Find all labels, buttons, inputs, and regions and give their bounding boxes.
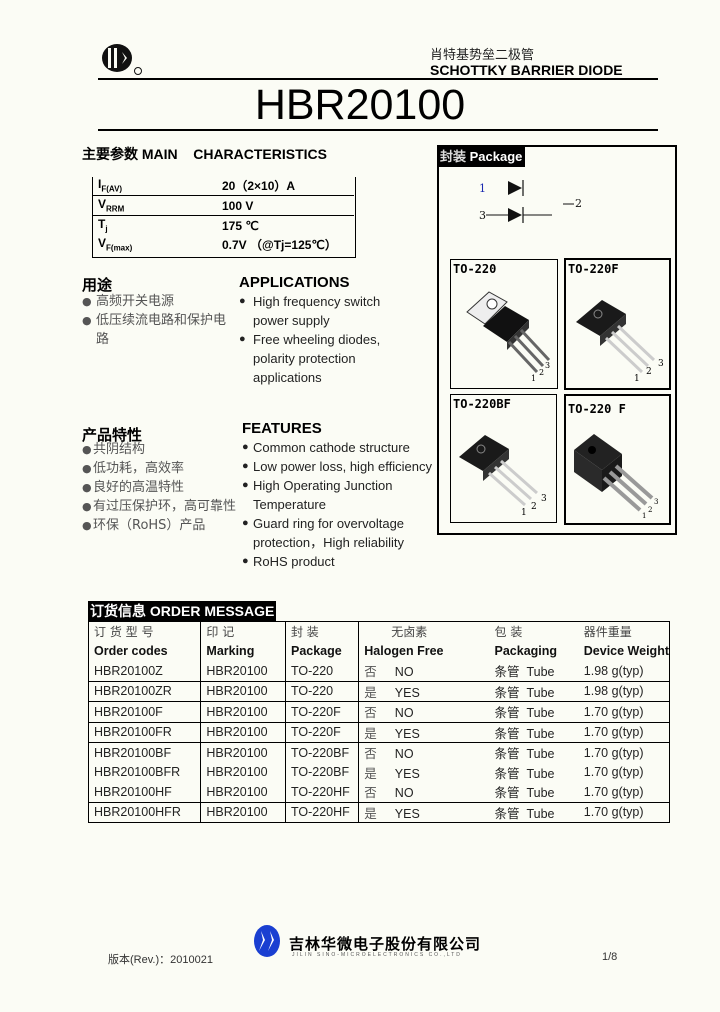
company-logo <box>100 42 144 76</box>
param-symbol: VRRM <box>92 195 216 216</box>
to220bf-package-icon: 1 2 3 <box>459 435 547 517</box>
svg-text:2: 2 <box>539 368 544 377</box>
svg-text:3: 3 <box>654 498 658 506</box>
table-row: HBR20100Z HBR20100 TO-220 否 NO 条管 Tube 1.… <box>88 661 670 682</box>
pin-label: 2 <box>575 197 582 210</box>
table-row: HBR20100BF HBR20100 TO-220BF 否 NO 条管 Tube… <box>88 742 670 763</box>
param-value: 175 ℃ <box>222 218 259 233</box>
package-to-220bf: TO-220BF 1 2 3 <box>450 394 557 523</box>
svg-text:2: 2 <box>531 502 537 512</box>
svg-text:1: 1 <box>521 508 527 517</box>
table-row: Tj 175 ℃ <box>92 216 354 236</box>
applications-list: High frequency switch power supply Free … <box>239 292 409 387</box>
company-name-cn: 吉林华微电子股份有限公司 <box>289 935 482 953</box>
list-item: 低压续流电路和保护电路 <box>82 311 232 349</box>
characteristics-table: IF(AV) 20（2×10）A VRRM 100 V Tj 175 ℃ VF(… <box>92 176 354 254</box>
package-to-220-f: TO-220 F 1 2 3 <box>564 394 671 525</box>
title-rule <box>98 129 658 131</box>
features-list: Common cathode structure Low power loss,… <box>242 438 434 571</box>
title-english: SCHOTTKY BARRIER DIODE <box>430 62 623 78</box>
features-heading: FEATURES <box>242 420 322 437</box>
param-symbol: VF(max) <box>98 236 133 253</box>
svg-text:3: 3 <box>541 494 547 504</box>
table-row: HBR20100HF HBR20100 TO-220HF 否 NO 条管 Tube… <box>88 782 670 803</box>
param-value: 20（2×10）A <box>216 176 354 196</box>
order-heading: 订货信息 ORDER MESSAGE <box>88 601 277 622</box>
dual-diode-symbol-icon: 1 2 3 <box>479 180 582 223</box>
order-table: 订 货 型 号 印 记 封 装 无卤素 包 装 器件重量 Order codes… <box>88 621 670 823</box>
svg-text:3: 3 <box>658 359 664 369</box>
part-number-title: HBR20100 <box>254 81 466 129</box>
jsmc-logo-icon <box>102 44 142 75</box>
package-heading: 封装 Package <box>437 145 526 167</box>
list-item: High frequency switch power supply <box>239 292 409 330</box>
svg-text:1: 1 <box>642 512 646 520</box>
applications-list-cn: 高频开关电源 低压续流电路和保护电路 <box>82 292 232 349</box>
list-item: RoHS product <box>242 552 434 571</box>
main-characteristics-heading: 主要参数 MAIN CHARACTERISTICS <box>82 146 328 163</box>
revision-label: 版本(Rev.)：2010021 <box>108 954 213 966</box>
package-to-220f: TO-220F 1 2 3 <box>564 258 671 390</box>
to220f-package-icon: 1 2 3 <box>576 300 664 382</box>
list-item: 高频开关电源 <box>82 292 232 311</box>
list-item: Common cathode structure <box>242 438 434 457</box>
list-item: Free wheeling diodes, polarity protectio… <box>239 330 409 387</box>
table-row: HBR20100HFR HBR20100 TO-220HF 是 YES 条管 Tu… <box>88 802 670 823</box>
list-item: High Operating Junction Temperature <box>242 476 434 514</box>
page-number: 1/8 <box>602 951 618 963</box>
param-symbol: IF(AV) <box>92 176 216 196</box>
list-item: Guard ring for overvoltage protection，Hi… <box>242 514 434 552</box>
svg-text:3: 3 <box>545 361 550 370</box>
to220-package-icon: 1 2 3 <box>466 291 551 382</box>
pin-label: 3 <box>479 209 486 222</box>
pin-label: 1 <box>479 182 486 195</box>
jilin-sino-logo-icon <box>254 925 280 957</box>
svg-text:2: 2 <box>646 367 652 377</box>
svg-text:1: 1 <box>531 374 536 382</box>
applications-heading: APPLICATIONS <box>239 274 350 291</box>
table-row: HBR20100F HBR20100 TO-220F 否 NO 条管 Tube 1… <box>88 701 670 723</box>
table-row: IF(AV) 20（2×10）A <box>92 176 354 196</box>
list-item: 低功耗，高效率 <box>82 459 242 478</box>
table-row: VRRM 100 V <box>92 195 354 216</box>
list-item: 有过压保护环，高可靠性 <box>82 497 242 516</box>
diode-schematic: 1 2 3 <box>470 175 610 225</box>
svg-text:1: 1 <box>634 374 640 382</box>
features-list-cn: 共阴结构 低功耗，高效率 良好的高温特性 有过压保护环，高可靠性 环保（RoHS… <box>82 440 242 535</box>
table-row: HBR20100ZR HBR20100 TO-220 是 YES 条管 Tube … <box>88 681 670 702</box>
param-value: 100 V <box>216 195 354 216</box>
company-name-en: JILIN SINO-MICROELECTRONICS CO.,LTD <box>292 952 462 958</box>
param-symbol: Tj <box>98 217 108 234</box>
svg-text:2: 2 <box>648 506 652 514</box>
table-row: VF(max) 0.7V （@Tj=125℃） <box>92 235 354 254</box>
table-row: HBR20100FR HBR20100 TO-220F 是 YES 条管 Tube… <box>88 722 670 743</box>
to220hf-package-icon: 1 2 3 <box>574 434 658 520</box>
table-row: HBR20100BFR HBR20100 TO-220BF 是 YES 条管 Tu… <box>88 762 670 782</box>
table-header-row-cn: 订 货 型 号 印 记 封 装 无卤素 包 装 器件重量 <box>88 621 670 642</box>
list-item: 环保（RoHS）产品 <box>82 516 242 535</box>
package-to-220: TO-220 1 2 3 <box>450 259 558 389</box>
table-header-row: Order codes Marking Package Halogen Free… <box>88 641 670 661</box>
company-footer-logo <box>252 924 282 958</box>
header-rule <box>98 78 658 80</box>
list-item: Low power loss, high efficiency <box>242 457 434 476</box>
list-item: 良好的高温特性 <box>82 478 242 497</box>
param-value: 0.7V （@Tj=125℃） <box>222 238 337 252</box>
title-chinese: 肖特基势垒二极管 <box>430 48 535 63</box>
list-item: 共阴结构 <box>82 440 242 459</box>
